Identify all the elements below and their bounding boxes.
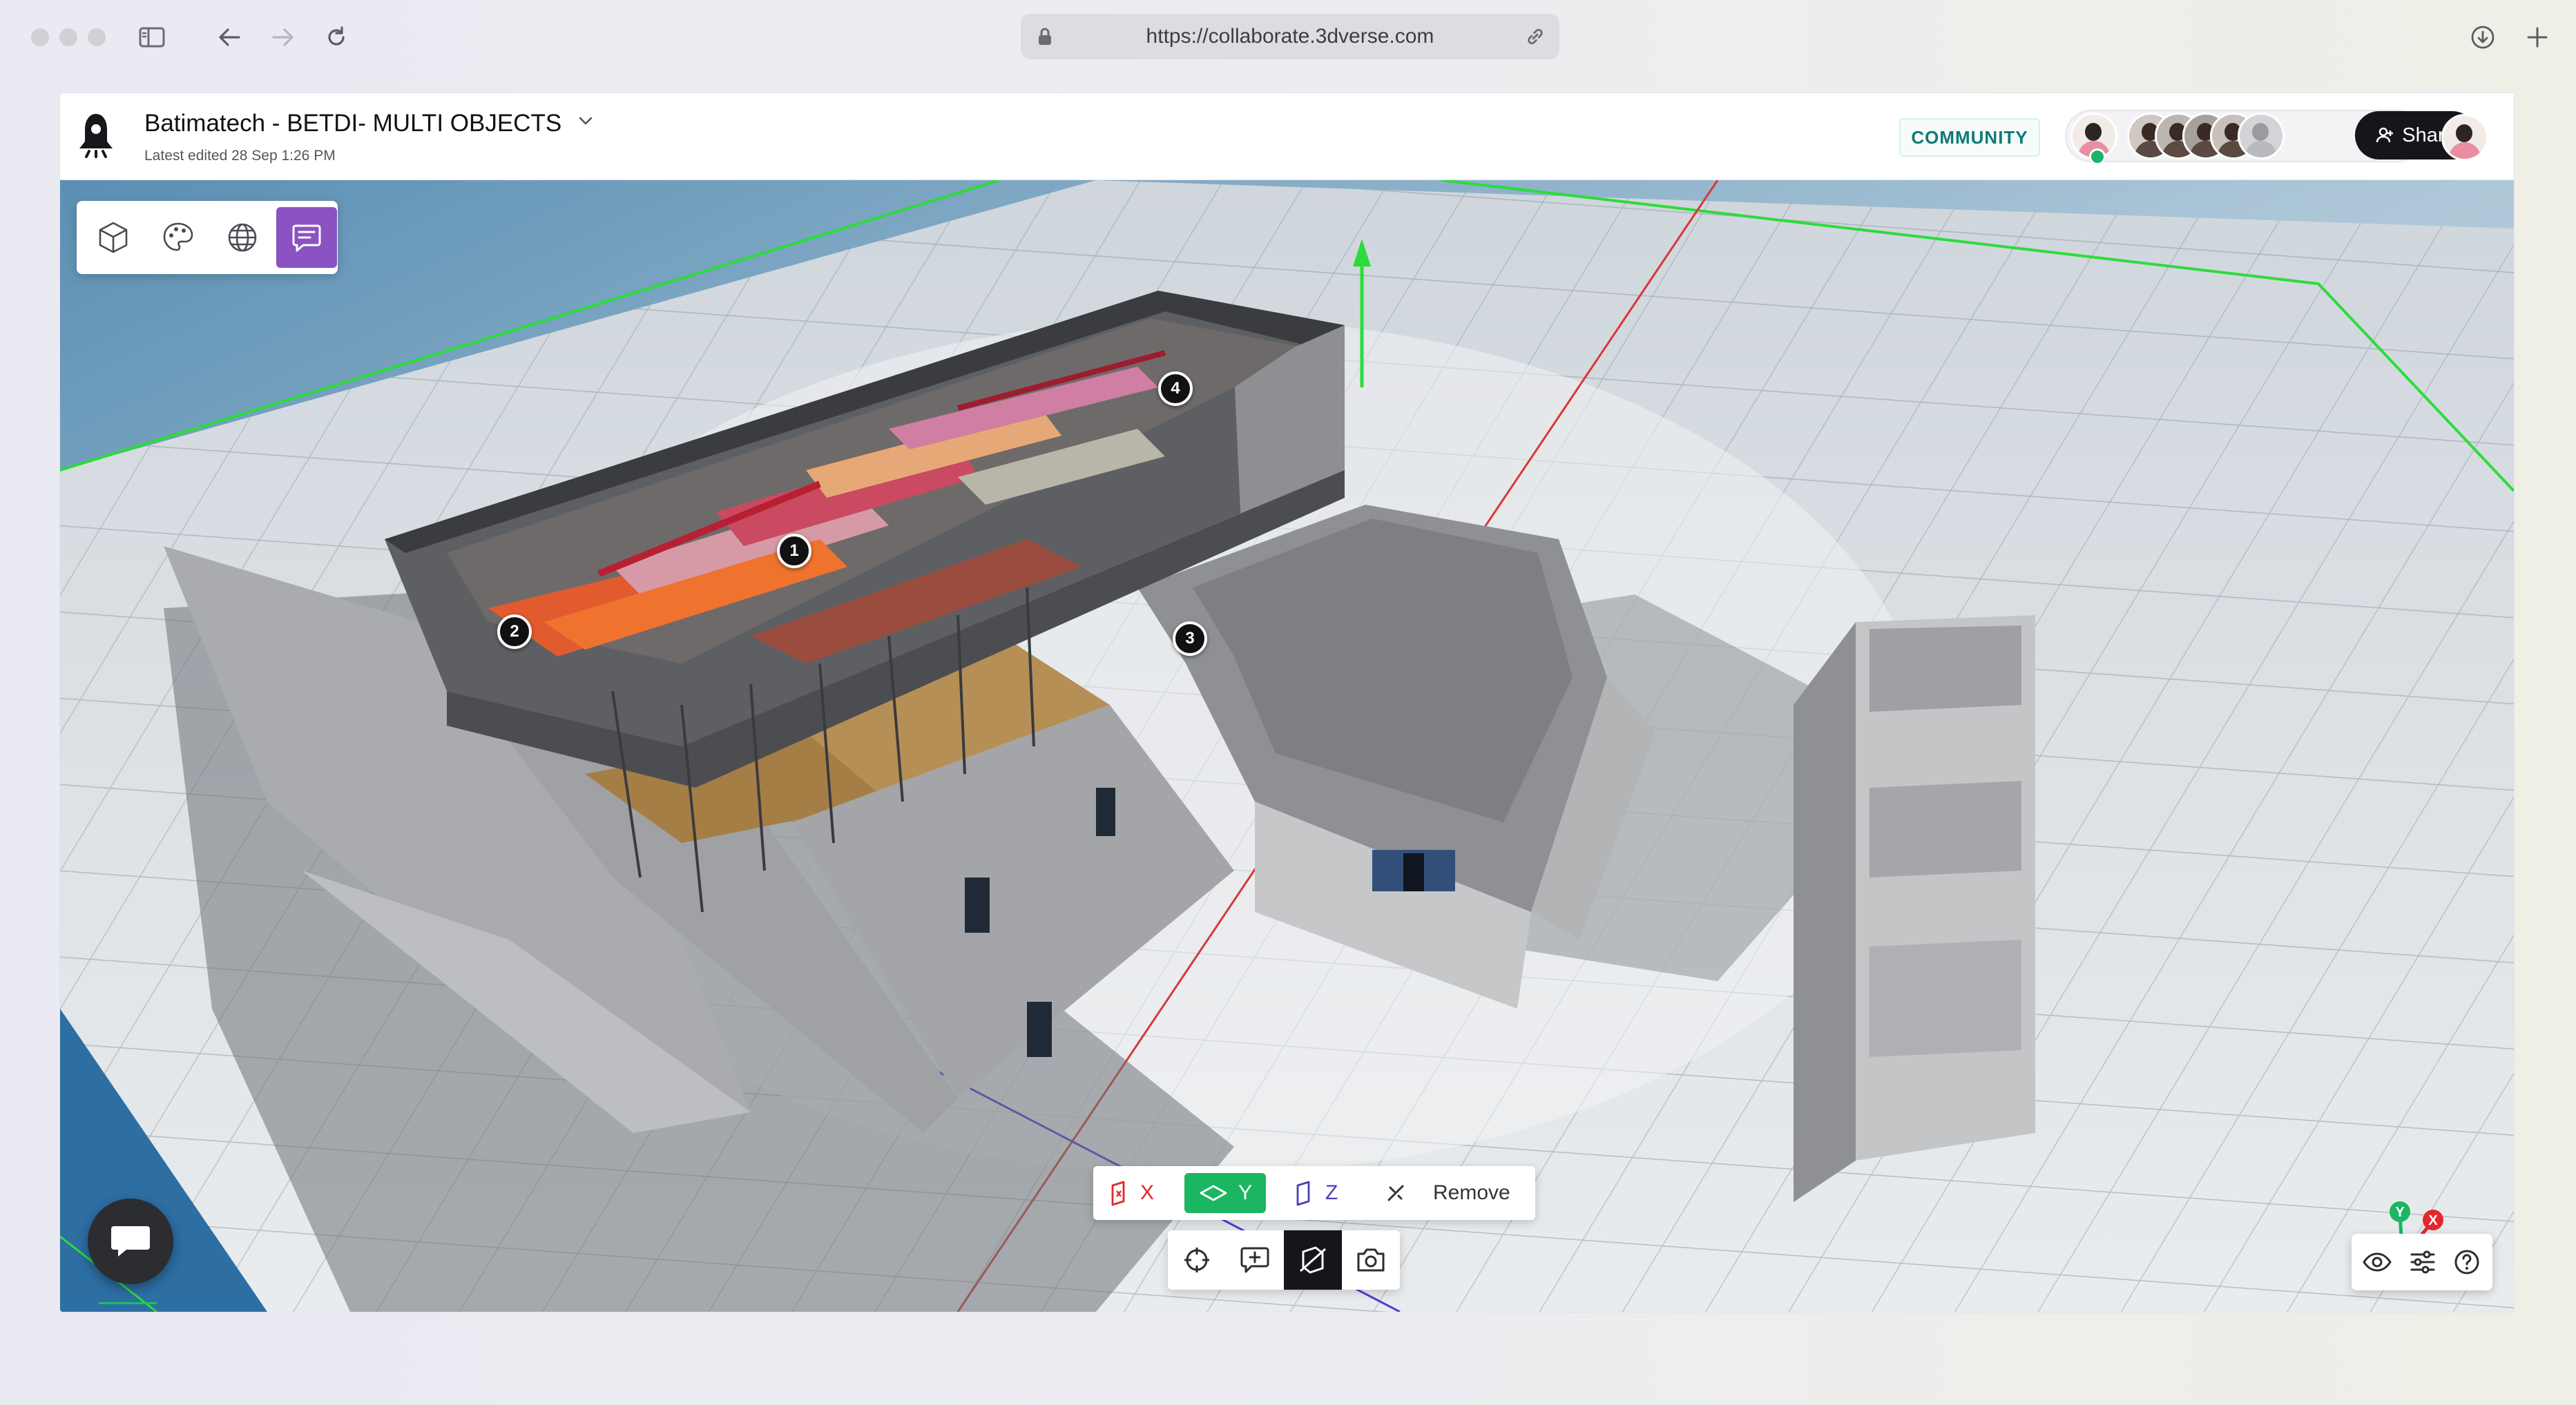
clip-x-label: X bbox=[1140, 1181, 1155, 1204]
url-text: https://collaborate.3dverse.com bbox=[1146, 25, 1434, 48]
help-button[interactable] bbox=[2444, 1239, 2490, 1285]
comment-plus-icon bbox=[1240, 1246, 1270, 1275]
comment-marker-1[interactable]: 1 bbox=[777, 534, 811, 568]
settings-button[interactable] bbox=[2400, 1239, 2445, 1285]
palette-icon bbox=[161, 220, 195, 255]
3d-scene[interactable] bbox=[60, 180, 2514, 1312]
clip-y-button[interactable]: Y bbox=[1184, 1173, 1267, 1213]
plane-y-icon bbox=[1198, 1183, 1229, 1203]
minimize-window-dot[interactable] bbox=[59, 28, 77, 46]
screenshot-button[interactable] bbox=[1342, 1230, 1400, 1290]
crosshair-icon bbox=[1182, 1246, 1211, 1275]
back-icon[interactable] bbox=[213, 21, 245, 53]
maximize-window-dot[interactable] bbox=[88, 28, 106, 46]
comment-marker-4[interactable]: 4 bbox=[1158, 371, 1193, 406]
avatar[interactable] bbox=[2238, 113, 2285, 159]
clip-x-button[interactable]: X bbox=[1108, 1173, 1154, 1213]
sidebar-icon[interactable] bbox=[136, 21, 168, 53]
help-icon bbox=[2453, 1248, 2481, 1276]
viewport-tools bbox=[1168, 1230, 1400, 1290]
online-status-dot bbox=[2089, 148, 2106, 165]
view-tools bbox=[2352, 1234, 2492, 1290]
forward-icon[interactable] bbox=[267, 21, 299, 53]
comments-button[interactable] bbox=[276, 207, 337, 268]
clip-plane-button[interactable] bbox=[1284, 1230, 1342, 1290]
chat-bubble-icon bbox=[110, 1223, 151, 1259]
comment-icon bbox=[289, 220, 324, 255]
browser-toolbar: https://collaborate.3dverse.com bbox=[0, 0, 2576, 77]
chat-button[interactable] bbox=[88, 1199, 173, 1284]
3d-viewport[interactable]: 1 2 3 4 X Y Z Remove Y X bbox=[60, 180, 2514, 1312]
section-icon bbox=[1298, 1245, 1328, 1275]
sliders-icon bbox=[2409, 1250, 2436, 1275]
clip-y-label: Y bbox=[1238, 1181, 1253, 1204]
app-header: Batimatech - BETDI- MULTI OBJECTS Latest… bbox=[60, 93, 2514, 180]
clip-remove-button[interactable]: Remove bbox=[1383, 1173, 1510, 1213]
link-icon[interactable] bbox=[1525, 26, 1546, 47]
plane-x-icon bbox=[1108, 1180, 1131, 1206]
new-tab-icon[interactable] bbox=[2521, 21, 2553, 53]
globe-icon bbox=[225, 220, 260, 255]
clip-remove-label: Remove bbox=[1433, 1181, 1510, 1204]
visibility-button[interactable] bbox=[2354, 1239, 2400, 1285]
editor-toolbar bbox=[77, 201, 338, 274]
environment-button[interactable] bbox=[212, 207, 273, 268]
eye-icon bbox=[2362, 1252, 2392, 1272]
remove-clip-icon bbox=[1383, 1181, 1408, 1205]
reload-icon[interactable] bbox=[320, 21, 352, 53]
chevron-down-icon[interactable] bbox=[578, 115, 593, 126]
chat-indicator bbox=[99, 1302, 157, 1304]
close-window-dot[interactable] bbox=[31, 28, 49, 46]
address-bar[interactable]: https://collaborate.3dverse.com bbox=[1021, 14, 1559, 59]
app-window: Batimatech - BETDI- MULTI OBJECTS Latest… bbox=[60, 93, 2514, 1312]
3dverse-logo-icon[interactable] bbox=[77, 111, 115, 158]
comment-marker-3[interactable]: 3 bbox=[1173, 621, 1207, 656]
comment-marker-2[interactable]: 2 bbox=[497, 614, 532, 649]
gizmo-y-label: Y bbox=[2395, 1205, 2405, 1220]
community-badge[interactable]: COMMUNITY bbox=[1899, 118, 2040, 157]
clip-plane-panel: X Y Z Remove bbox=[1093, 1166, 1535, 1220]
clip-z-button[interactable]: Z bbox=[1294, 1173, 1338, 1213]
user-plus-icon bbox=[2376, 126, 2394, 144]
lock-icon bbox=[1037, 27, 1052, 46]
clip-z-label: Z bbox=[1325, 1181, 1338, 1204]
project-title[interactable]: Batimatech - BETDI- MULTI OBJECTS bbox=[144, 110, 561, 137]
plane-z-icon bbox=[1294, 1180, 1316, 1206]
cube-icon bbox=[96, 220, 131, 255]
last-edited-text: Latest edited 28 Sep 1:26 PM bbox=[144, 148, 336, 164]
download-icon[interactable] bbox=[2467, 21, 2499, 53]
scene-graph-button[interactable] bbox=[83, 207, 144, 268]
current-user-avatar[interactable] bbox=[2441, 114, 2488, 161]
gizmo-x-label: X bbox=[2428, 1213, 2438, 1228]
add-comment-button[interactable] bbox=[1226, 1230, 1284, 1290]
focus-button[interactable] bbox=[1168, 1230, 1226, 1290]
materials-button[interactable] bbox=[148, 207, 209, 268]
camera-icon bbox=[1356, 1247, 1386, 1273]
